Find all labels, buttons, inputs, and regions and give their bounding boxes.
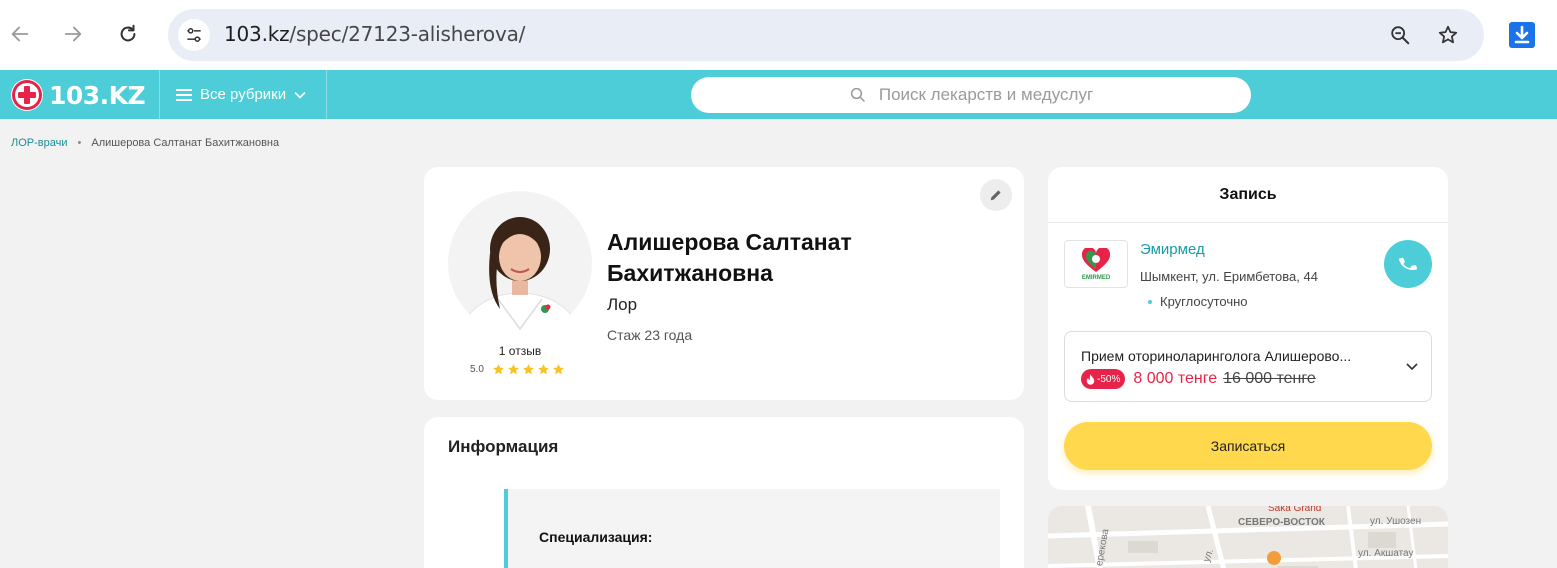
booking-title: Запись [1048,167,1448,223]
fire-icon [1086,373,1095,385]
clinic-address: Шымкент, ул. Еримбетова, 44 [1140,269,1318,284]
breadcrumb: ЛОР-врачи • Алишерова Салтанат Бахитжано… [11,137,279,149]
map-preview[interactable]: Saka Grand СЕВЕРО-ВОСТОК ул. Ушозен ул. … [1048,506,1448,568]
url-host: 103.kz [224,22,290,46]
doctor-experience: Стаж 23 года [607,327,693,343]
heart-logo-icon [1081,247,1111,272]
doctor-avatar [448,191,592,335]
rubrics-label: Все рубрики [200,86,287,103]
chevron-down-icon [294,91,306,99]
url-text[interactable]: 103.kz/spec/27123-alisherova/ [224,22,525,46]
status-dot-icon [1148,299,1152,304]
price-new: 8 000 тенге [1133,370,1218,387]
service-name: Прием оториноларинголога Алишерово... [1081,348,1352,364]
clinic-hours-text: Круглосуточно [1160,294,1248,309]
zoom-out-icon [1391,26,1410,45]
url-path: /spec/27123-alisherova/ [289,22,526,46]
booking-card: Запись EMIRMED Эмирмед Шымкент, ул. Ерим… [1048,167,1448,490]
arrow-right-icon [64,26,82,42]
book-button[interactable]: Записаться [1064,422,1432,470]
breadcrumb-link-lor[interactable]: ЛОР-врачи [11,137,68,149]
reload-button[interactable] [112,18,144,50]
arrow-left-icon [11,26,29,42]
breadcrumb-current: Алишерова Салтанат Бахитжановна [91,137,280,149]
logo-text: 103.KZ [49,80,146,110]
map-label: Saka Grand [1268,506,1322,514]
phone-icon [1398,257,1418,270]
download-icon [1509,22,1535,48]
call-button[interactable] [1384,240,1432,288]
search-icon [850,87,865,102]
all-rubrics-menu[interactable]: Все рубрики [159,70,327,119]
edit-button[interactable] [980,179,1012,211]
map-label: ул. Ушозен [1370,516,1422,527]
clinic-hours: Круглосуточно [1148,294,1248,309]
bookmark-button[interactable] [1434,21,1462,49]
search-input[interactable]: Поиск лекарств и медуслуг [691,77,1251,113]
site-header: 103.KZ Все рубрики Поиск лекарств и меду… [0,70,1557,119]
browser-toolbar: 103.kz/spec/27123-alisherova/ [0,0,1557,70]
forward-button[interactable] [57,18,89,50]
zoom-button[interactable] [1386,21,1414,49]
reviews-link[interactable]: 1 отзыв [448,344,592,358]
address-bar[interactable]: 103.kz/spec/27123-alisherova/ [168,9,1484,61]
rating-value: 5.0 [470,364,484,375]
site-logo[interactable]: 103.KZ [11,79,146,111]
downloads-button[interactable] [1507,20,1537,50]
cross-logo-icon [11,79,43,111]
discount-value: -50% [1097,373,1121,385]
clinic-name-link[interactable]: Эмирмед [1140,241,1205,258]
search-placeholder: Поиск лекарств и медуслуг [878,85,1094,104]
star-icon [492,364,504,375]
doctor-profile-card: 1 отзыв 5.0 Алишерова Салтанат Бахитжано… [424,167,1024,400]
clinic-logo[interactable]: EMIRMED [1064,240,1128,288]
hamburger-icon [176,88,192,101]
specialization-block: Специализация: [504,489,1000,568]
star-icon [537,364,549,375]
info-card: Информация Специализация: [424,417,1024,568]
pencil-icon [990,190,1001,201]
star-icon [552,364,564,375]
reload-icon [120,24,136,42]
info-title: Информация [448,437,559,456]
discount-badge: -50% [1081,369,1126,389]
clinic-logo-text: EMIRMED [1081,274,1111,281]
star-icon [507,364,519,375]
rating-stars [492,363,565,376]
chevron-down-icon [1406,363,1418,371]
map-label: СЕВЕРО-ВОСТОК [1238,517,1325,528]
tune-icon [187,28,201,43]
back-button[interactable] [4,18,36,50]
rating: 5.0 [470,363,565,376]
price-old: 16 000 тенге [1223,370,1316,387]
specialization-label: Специализация: [539,529,653,545]
map-label: ул. Акшатау [1358,548,1414,559]
breadcrumb-separator: • [77,137,82,149]
doctor-specialty: Лор [607,295,638,314]
price-row: -50% 8 000 тенге 16 000 тенге [1081,369,1316,389]
service-select[interactable]: Прием оториноларинголога Алишерово... -5… [1064,331,1432,402]
site-info-button[interactable] [178,19,210,51]
star-outline-icon [1438,25,1458,44]
star-icon [522,364,534,375]
doctor-name: Алишерова Салтанат Бахитжановна [607,229,852,286]
